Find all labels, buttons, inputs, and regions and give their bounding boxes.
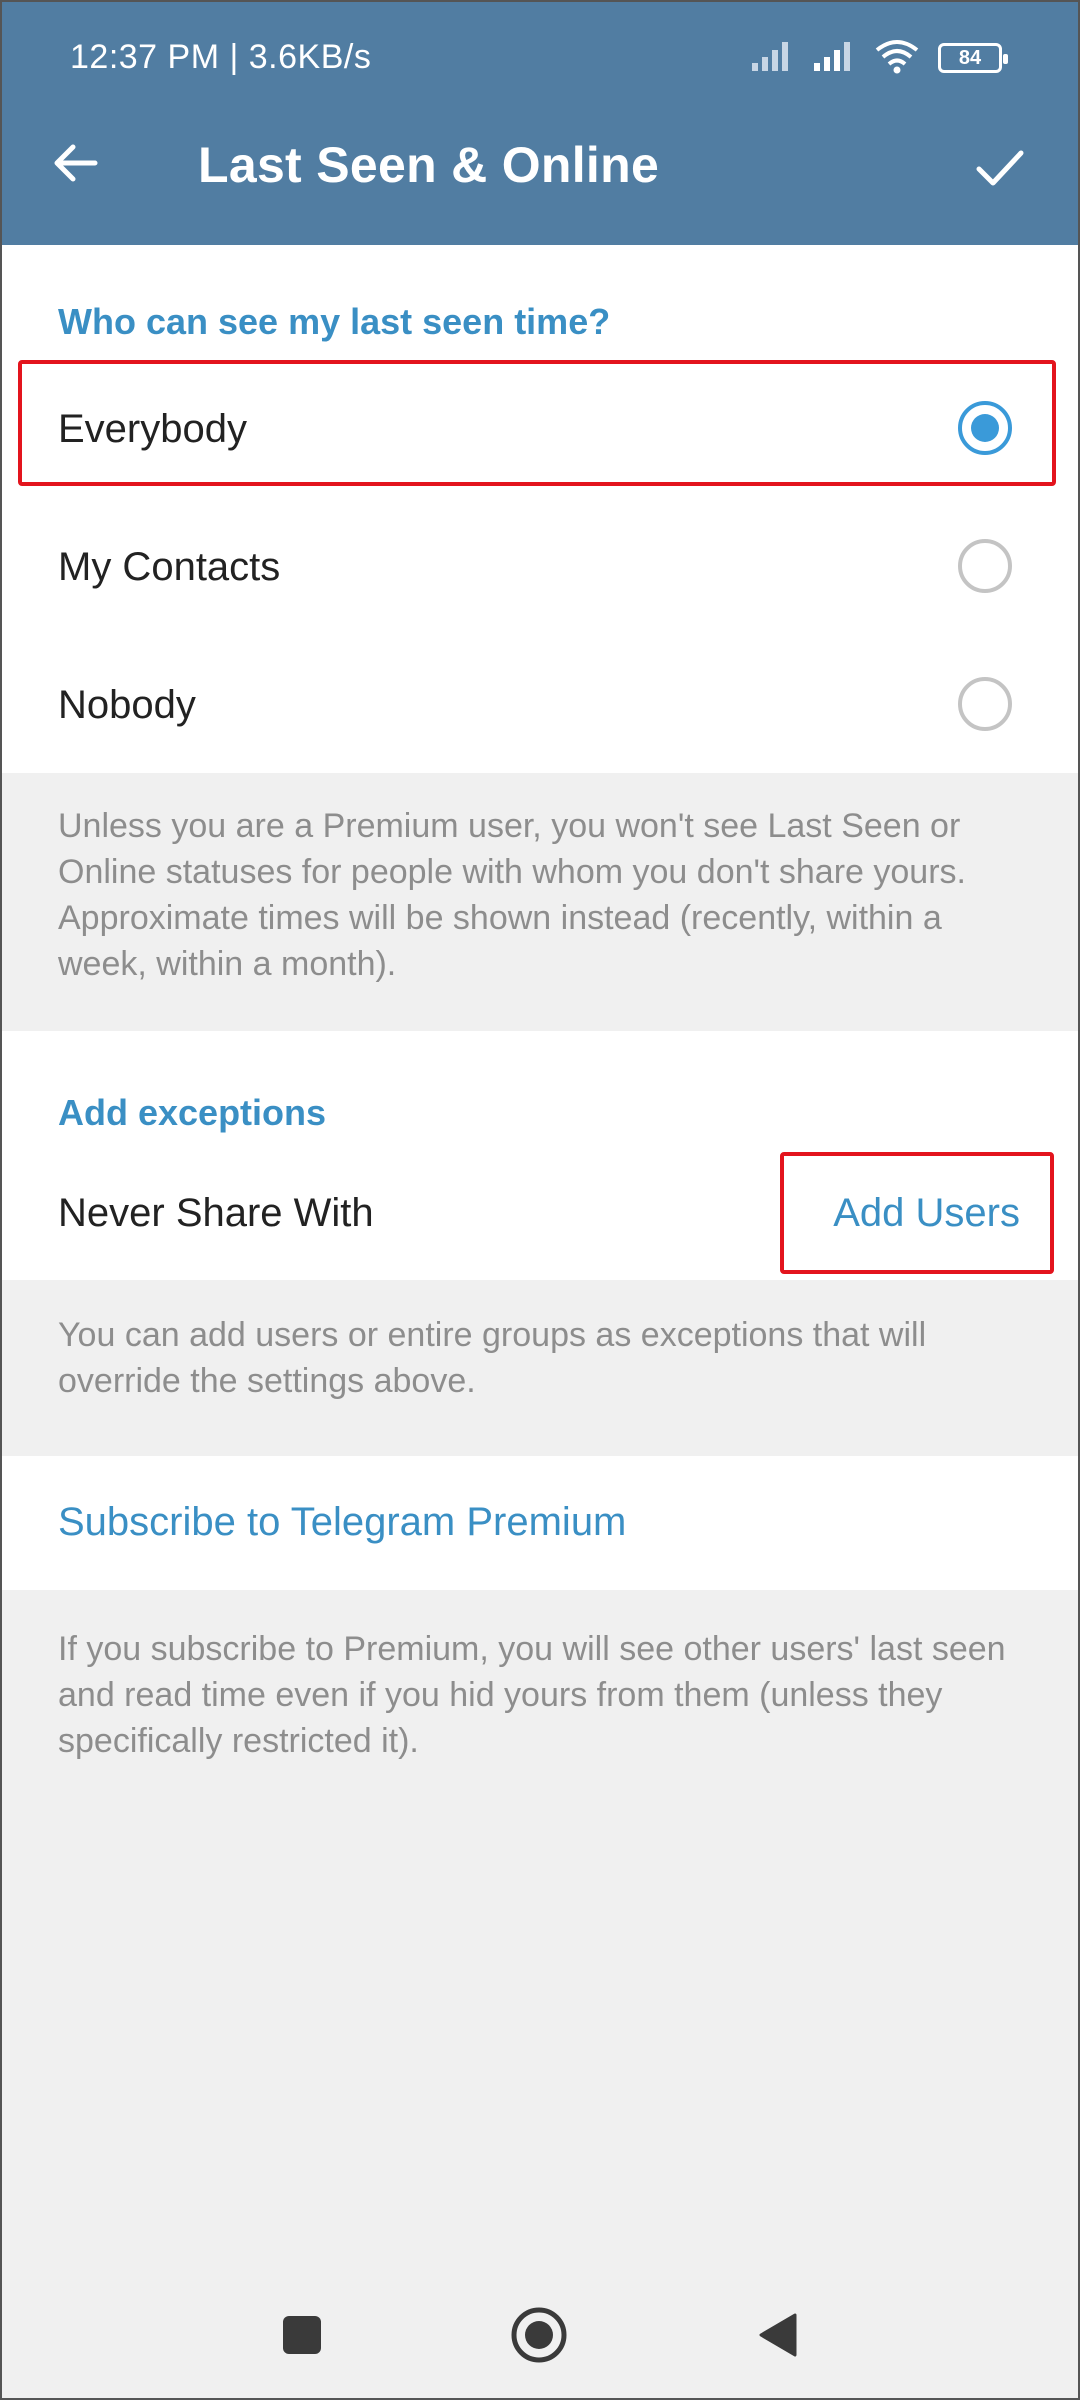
- recents-square-icon: [283, 2316, 321, 2354]
- status-time: 12:37 PM | 3.6KB/s: [70, 38, 372, 76]
- premium-section: Subscribe to Telegram Premium: [0, 1456, 1080, 1590]
- info-text: If you subscribe to Premium, you will se…: [58, 1630, 1006, 1760]
- section-header: Add exceptions: [58, 1092, 327, 1133]
- option-nobody[interactable]: Nobody: [0, 645, 1080, 770]
- option-my-contacts[interactable]: My Contacts: [0, 507, 1080, 632]
- info-text: Unless you are a Premium user, you won't…: [58, 807, 966, 983]
- exceptions-section: Add exceptions Never Share With Add User…: [0, 1031, 1080, 1280]
- wifi-icon: [874, 38, 920, 79]
- page-title: Last Seen & Online: [198, 137, 660, 193]
- signal-icon: [812, 39, 856, 78]
- confirm-button[interactable]: [960, 128, 1040, 208]
- premium-info-section: If you subscribe to Premium, you will se…: [0, 1590, 1080, 2270]
- back-nav-button[interactable]: [742, 2300, 812, 2370]
- home-button[interactable]: [504, 2300, 574, 2370]
- battery-level: 84: [958, 46, 982, 69]
- exceptions-info-section: You can add users or entire groups as ex…: [0, 1280, 1080, 1456]
- option-label: Everybody: [58, 407, 247, 451]
- back-button[interactable]: [40, 128, 110, 198]
- option-label: Nobody: [58, 683, 196, 727]
- subscribe-premium-link[interactable]: Subscribe to Telegram Premium: [58, 1500, 626, 1545]
- back-triangle-icon: [759, 2313, 797, 2357]
- radio-button-selected[interactable]: [958, 401, 1012, 455]
- option-everybody[interactable]: Everybody: [0, 365, 1080, 490]
- option-label: My Contacts: [58, 545, 281, 589]
- never-share-label: Never Share With: [58, 1191, 374, 1235]
- home-circle-icon: [511, 2307, 567, 2363]
- status-icons: 84: [750, 38, 1008, 79]
- last-seen-section: Who can see my last seen time? Everybody…: [0, 245, 1080, 773]
- add-users-button[interactable]: Add Users: [833, 1191, 1020, 1236]
- info-text: You can add users or entire groups as ex…: [58, 1316, 927, 1400]
- last-seen-info-section: Unless you are a Premium user, you won't…: [0, 773, 1080, 1031]
- back-arrow-icon: [54, 144, 98, 182]
- signal-icon: [750, 39, 794, 78]
- section-header: Who can see my last seen time?: [58, 301, 611, 342]
- app-header: 12:37 PM | 3.6KB/s 84 Last Seen & Online: [0, 0, 1080, 245]
- recents-button[interactable]: [267, 2300, 337, 2370]
- system-nav-bar: [0, 2270, 1080, 2400]
- battery-icon: 84: [938, 43, 1008, 73]
- radio-button[interactable]: [958, 677, 1012, 731]
- checkmark-icon: [976, 150, 1024, 186]
- radio-button[interactable]: [958, 539, 1012, 593]
